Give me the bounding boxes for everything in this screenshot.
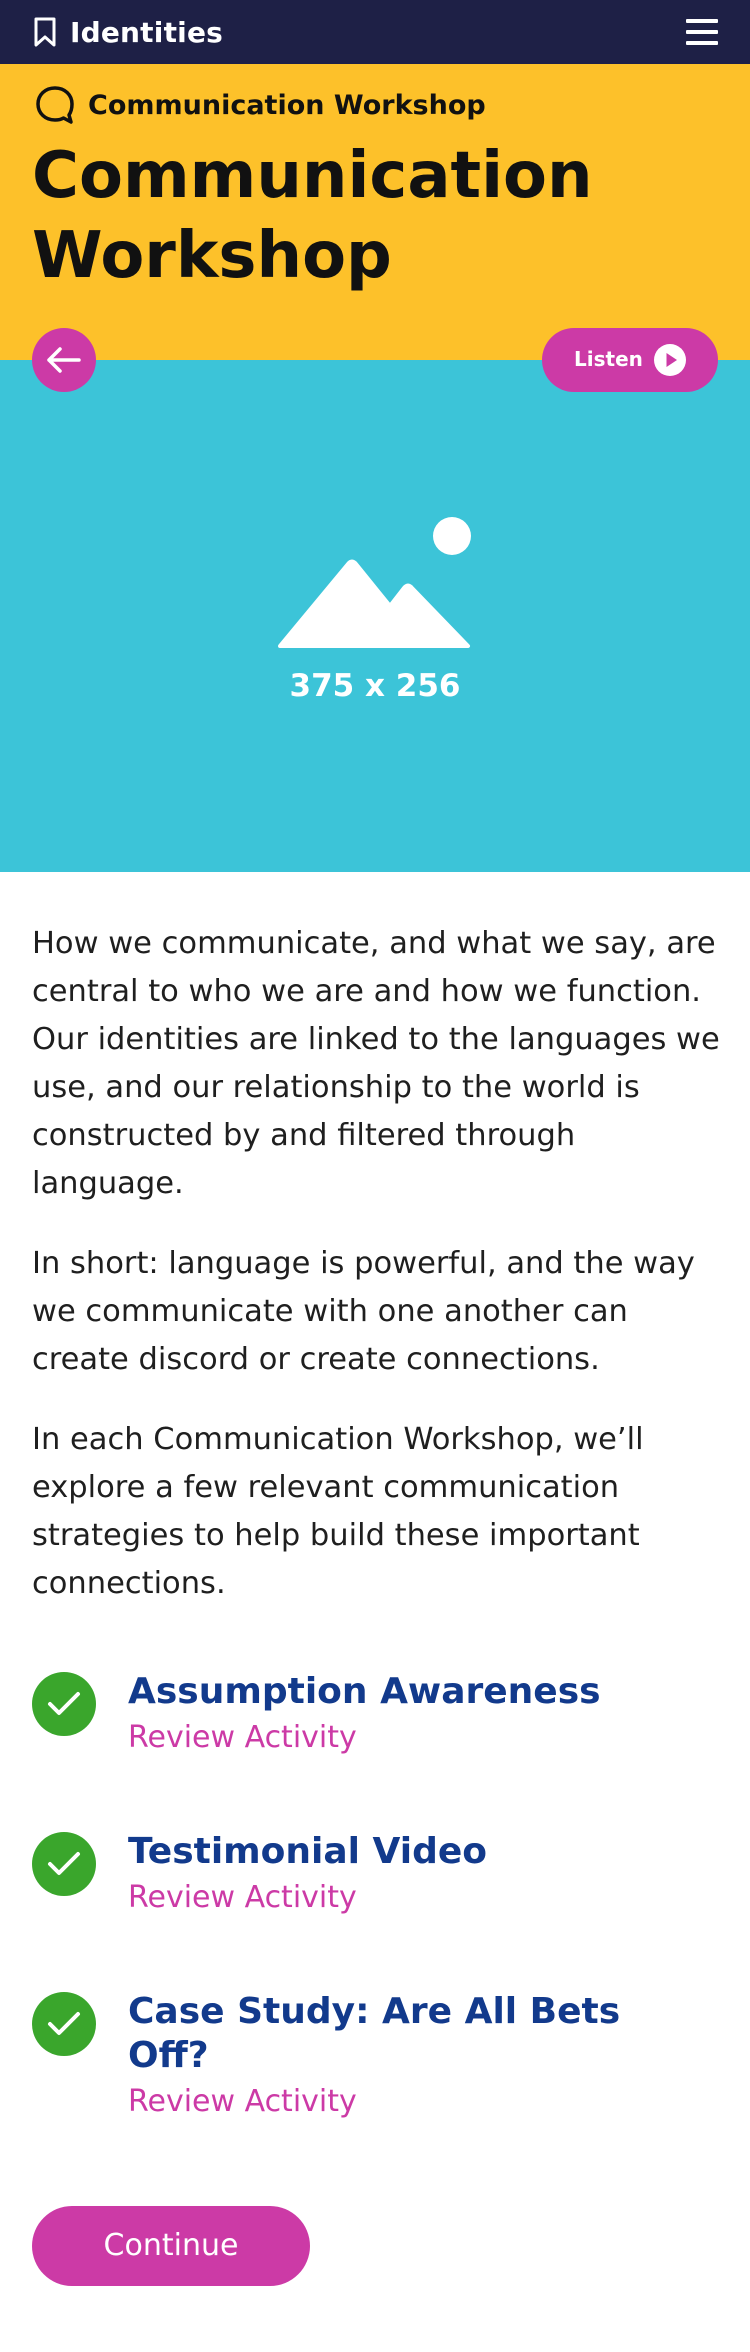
brand-link[interactable]: Identities: [34, 14, 223, 50]
review-activity-link[interactable]: Review Activity: [128, 1720, 357, 1755]
activity-title: Testimonial Video: [128, 1831, 488, 1872]
checkmark-icon: [32, 1832, 96, 1896]
image-placeholder-icon: [278, 517, 471, 648]
hero-image-placeholder: 375 x 256: [0, 360, 750, 872]
back-button[interactable]: [32, 328, 96, 392]
breadcrumb-label: Communication Workshop: [88, 89, 486, 121]
activity-title: Case Study: Are All Bets Off?: [128, 1991, 621, 2076]
checkmark-icon: [32, 1672, 96, 1736]
brand-title: Identities: [70, 15, 224, 49]
activity-title: Assumption Awareness: [128, 1671, 601, 1712]
hamburger-menu-icon[interactable]: [684, 16, 720, 48]
review-activity-link[interactable]: Review Activity: [128, 2084, 357, 2119]
checkmark-icon: [32, 1992, 96, 2056]
continue-button[interactable]: Continue: [32, 2206, 310, 2286]
review-activity-link[interactable]: Review Activity: [128, 1880, 357, 1915]
intro-text: How we communicate, and what we say, are…: [32, 920, 722, 1640]
page-header: Communication Workshop Communication Wor…: [0, 64, 750, 360]
activity-item: Assumption Awareness Review Activity: [32, 1670, 722, 1830]
image-dimensions-caption: 375 x 256: [289, 668, 461, 704]
play-icon: [654, 344, 686, 376]
listen-label: Listen: [574, 347, 643, 371]
listen-button[interactable]: Listen: [542, 328, 718, 392]
activity-item: Case Study: Are All Bets Off? Review Act…: [32, 1990, 722, 2190]
paragraph: In each Communication Workshop, we’ll ex…: [32, 1422, 644, 1601]
speech-bubble-icon: [36, 86, 74, 124]
paragraph: In short: language is powerful, and the …: [32, 1246, 695, 1377]
paragraph: How we communicate, and what we say, are…: [32, 926, 720, 1201]
top-navigation-bar: Identities: [0, 0, 750, 64]
breadcrumb: Communication Workshop: [34, 84, 486, 126]
bookmark-icon: [34, 17, 56, 47]
page-title: Communication Workshop: [32, 139, 593, 293]
arrow-left-icon: [47, 347, 81, 373]
activity-list: Assumption Awareness Review Activity Tes…: [32, 1670, 722, 2190]
activity-item: Testimonial Video Review Activity: [32, 1830, 722, 1990]
